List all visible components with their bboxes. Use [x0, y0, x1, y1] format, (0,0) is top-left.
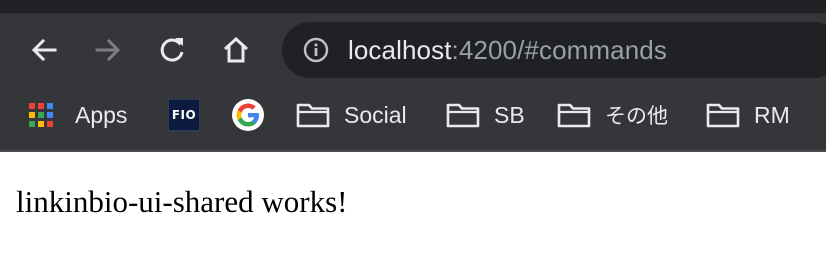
- tab-strip-edge: [0, 0, 826, 14]
- folder-icon: [446, 103, 480, 128]
- back-button[interactable]: [20, 26, 68, 74]
- address-bar[interactable]: localhost:4200/#commands: [282, 22, 826, 78]
- forward-button[interactable]: [84, 26, 132, 74]
- bookmark-apps-label: Apps: [75, 101, 128, 128]
- bookmark-folder-rm[interactable]: RM: [706, 92, 790, 138]
- url-text[interactable]: localhost:4200/#commands: [348, 22, 667, 78]
- reload-button[interactable]: [148, 26, 196, 74]
- reload-icon: [160, 38, 184, 62]
- bookmark-folder-social[interactable]: Social: [296, 92, 407, 138]
- arrow-right-icon: [95, 38, 121, 62]
- google-favicon-icon: [232, 99, 264, 131]
- arrow-left-icon: [31, 38, 57, 62]
- home-button[interactable]: [212, 26, 260, 74]
- bookmark-sb-label: SB: [494, 101, 525, 128]
- bookmark-rm-label: RM: [754, 101, 790, 128]
- toolbar-divider: [0, 150, 826, 152]
- bookmark-folder-other[interactable]: その他: [557, 92, 668, 138]
- info-icon[interactable]: [302, 36, 330, 64]
- apps-grid-icon: [29, 103, 53, 127]
- folder-icon: [706, 103, 740, 128]
- browser-toolbar: localhost:4200/#commands Apps FIO Social…: [0, 0, 826, 152]
- bookmark-social-label: Social: [344, 101, 407, 128]
- bookmark-fio[interactable]: FIO: [168, 92, 200, 138]
- tab-strip: [0, 0, 826, 14]
- url-host: localhost: [348, 35, 452, 65]
- folder-icon: [557, 103, 591, 128]
- bookmark-folder-sb[interactable]: SB: [446, 92, 525, 138]
- bookmark-google[interactable]: [232, 92, 264, 138]
- home-icon: [223, 36, 249, 63]
- bookmark-other-label: その他: [605, 104, 668, 128]
- bookmark-apps[interactable]: Apps: [29, 92, 127, 138]
- url-path: :4200/#commands: [451, 35, 667, 65]
- folder-icon: [296, 103, 330, 128]
- bookmarks-bar: Apps FIO Social SB その他 RM: [0, 92, 826, 138]
- page-text: linkinbio-ui-shared works!: [16, 184, 348, 219]
- fio-favicon-icon: FIO: [168, 99, 200, 131]
